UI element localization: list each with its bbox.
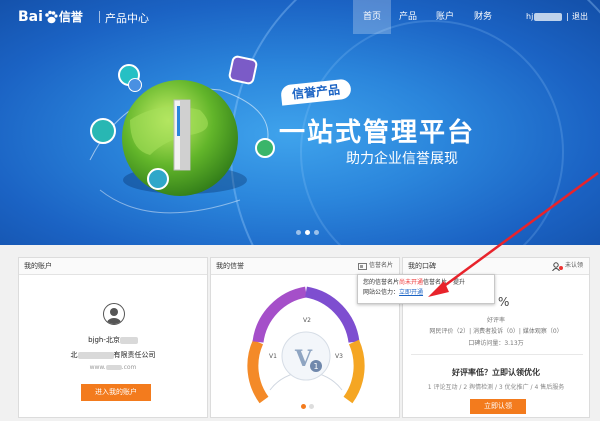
annotation-arrow: [428, 171, 599, 297]
